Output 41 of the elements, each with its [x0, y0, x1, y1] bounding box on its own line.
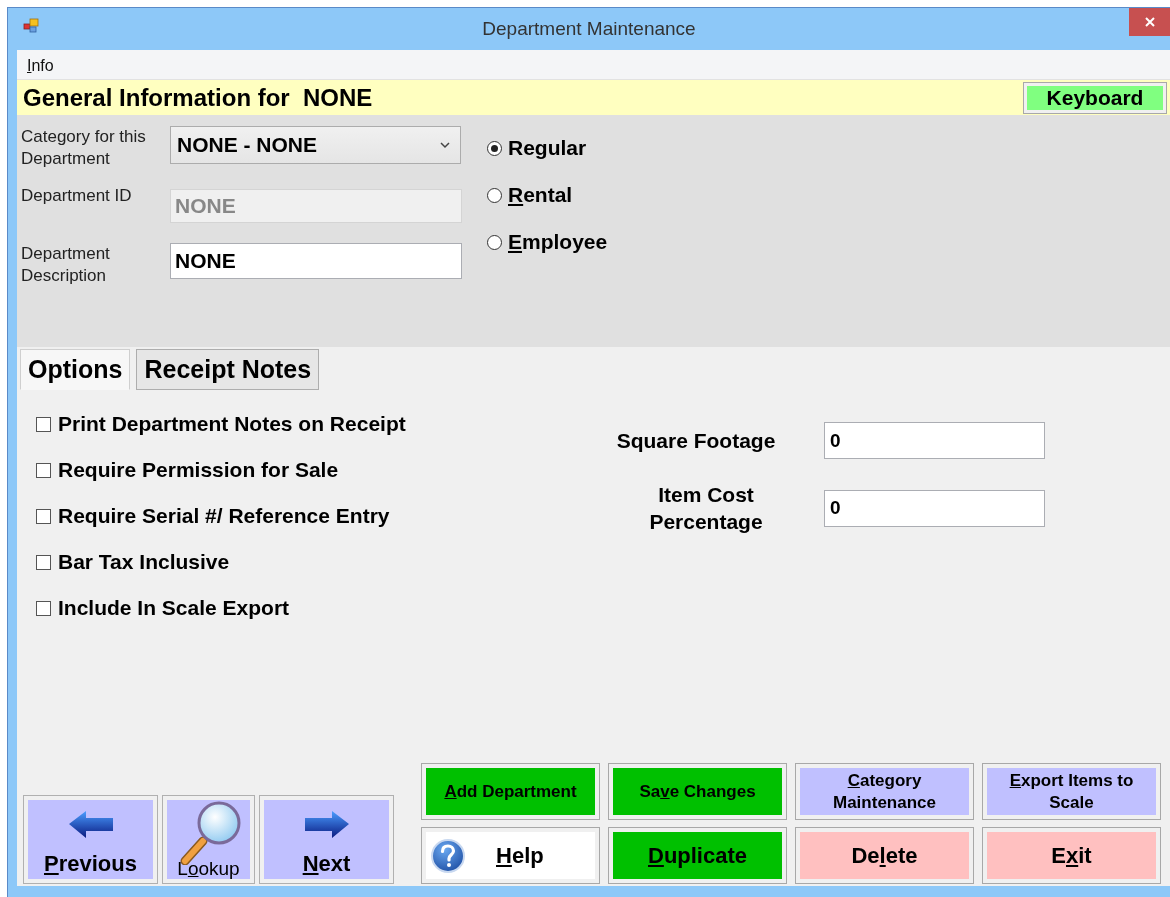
nav-button[interactable]: Lookup — [162, 795, 255, 884]
checkbox-option[interactable]: Print Department Notes on Receipt — [36, 406, 586, 442]
action-button[interactable]: Duplicate — [608, 827, 787, 884]
field-label: Category for this Department — [21, 126, 147, 170]
radio-option[interactable]: Rental — [487, 178, 608, 212]
field-label: Square Footage — [615, 428, 777, 454]
menu-item[interactable]: Info — [27, 57, 54, 79]
window-title: Department Maintenance — [482, 18, 696, 40]
number-field[interactable]: 0 — [824, 489, 1045, 527]
checkbox-option[interactable]: Require Permission for Sale — [36, 452, 586, 488]
field-label: Department Description — [21, 243, 111, 287]
close-button[interactable] — [1129, 8, 1170, 36]
category-dropdown[interactable]: NONE - NONE — [170, 126, 461, 164]
right-arrow-icon — [303, 810, 350, 839]
radio-option[interactable]: Regular — [487, 131, 608, 165]
nav-button[interactable]: Previous — [23, 795, 158, 884]
checkbox-option[interactable]: Include In Scale Export — [36, 590, 586, 626]
app-icon — [23, 18, 41, 34]
left-arrow-icon — [67, 810, 114, 839]
action-button[interactable]: Help — [421, 827, 600, 884]
header-title: General Information for NONE — [23, 83, 373, 112]
number-field[interactable]: 0 — [824, 422, 1045, 459]
field-label: Department ID — [21, 185, 133, 207]
tab[interactable]: Options — [20, 349, 131, 390]
help-icon — [430, 837, 466, 874]
action-button[interactable]: Category Maintenance — [795, 763, 974, 820]
keyboard-button[interactable]: Keyboard — [1023, 81, 1167, 114]
checkbox-option[interactable]: Require Serial #/ Reference Entry — [36, 498, 586, 534]
action-button[interactable]: Export Items to Scale — [982, 763, 1161, 820]
chevron-icon — [440, 141, 450, 149]
action-button[interactable]: Exit — [982, 827, 1161, 884]
radio-option[interactable]: Employee — [487, 225, 608, 259]
action-button[interactable]: Add Department — [421, 763, 600, 820]
checkbox-option[interactable]: Bar Tax Inclusive — [36, 544, 586, 580]
action-button[interactable]: Delete — [795, 827, 974, 884]
close-icon — [1143, 16, 1156, 28]
action-button[interactable]: Save Changes — [608, 763, 787, 820]
nav-button[interactable]: Next — [259, 795, 394, 884]
field-label: Item Cost Percentage — [648, 482, 764, 535]
description-field[interactable]: NONE — [170, 243, 462, 279]
tab[interactable]: Receipt Notes — [136, 349, 320, 390]
